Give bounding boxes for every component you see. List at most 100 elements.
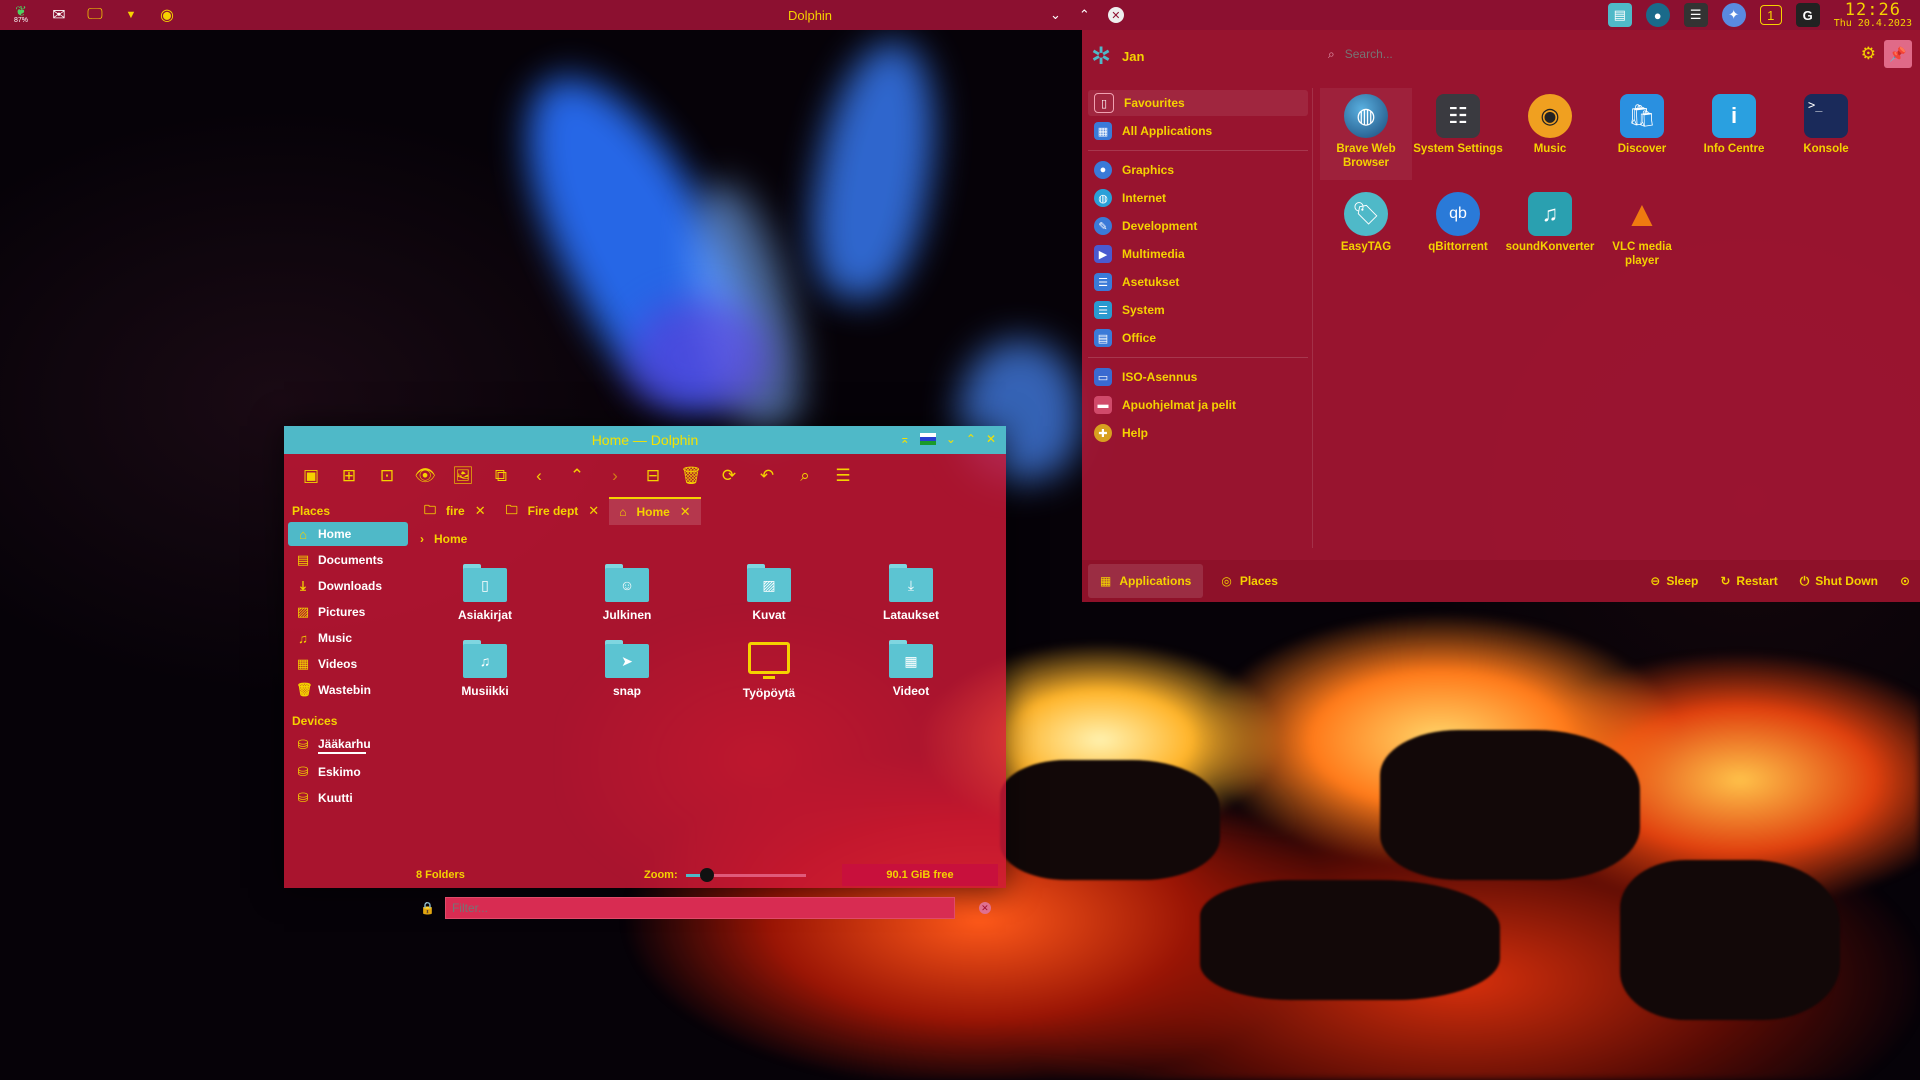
app-soundkonverter[interactable]: ♫ soundKonverter	[1504, 186, 1596, 278]
view-mode-icon[interactable]: ⊟	[634, 459, 672, 493]
close-tab-icon[interactable]: ✕	[475, 503, 486, 519]
folder-item[interactable]: ▨ Kuvat	[698, 558, 840, 622]
updates-icon[interactable]: ▤	[1607, 3, 1632, 27]
reload-icon[interactable]: ⟳	[710, 459, 748, 493]
close-tab-icon[interactable]: ✕	[680, 504, 691, 520]
places-item-music[interactable]: ♫ Music	[288, 626, 408, 650]
places-item-videos[interactable]: ▦ Videos	[288, 652, 408, 676]
app-music[interactable]: ◉ Music	[1504, 88, 1596, 180]
category-label: Favourites	[1124, 96, 1185, 110]
file-name: Työpöytä	[742, 686, 796, 700]
tab-home[interactable]: ⌂ Home ✕	[609, 497, 701, 525]
development-icon: ✎	[1094, 217, 1112, 235]
places-item-documents[interactable]: ▤ Documents	[288, 548, 408, 572]
breadcrumb-item[interactable]: Home	[434, 532, 467, 546]
more-power-options-button[interactable]: ⊙	[1900, 574, 1910, 588]
google-icon[interactable]: G	[1795, 3, 1820, 27]
search-icon[interactable]: ⌕	[786, 459, 824, 493]
up-icon[interactable]: ⌃	[558, 459, 596, 493]
zoom-slider-handle[interactable]	[700, 867, 715, 882]
kde-logo-icon[interactable]: ✲	[1088, 43, 1114, 70]
category-iso-asennus[interactable]: ▭ ISO-Asennus	[1088, 364, 1308, 390]
launcher-search-input[interactable]	[1342, 46, 1747, 62]
kde-connect-icon[interactable]: ✦	[1721, 3, 1746, 27]
category-multimedia[interactable]: ▶ Multimedia	[1088, 241, 1308, 267]
show-hidden-icon[interactable]: 👁	[406, 459, 444, 493]
shut-down-button[interactable]: ⏻ Shut Down	[1800, 574, 1878, 589]
folder-item[interactable]: ♫ Musiikki	[414, 634, 556, 700]
app-system-settings[interactable]: ☷ System Settings	[1412, 88, 1504, 180]
places-item-pictures[interactable]: ▨ Pictures	[288, 600, 408, 624]
tab-fire[interactable]: 🗀 fire ✕	[414, 498, 496, 524]
show-panels-icon[interactable]: ▣	[292, 459, 330, 493]
delete-icon[interactable]: 🗑	[672, 459, 710, 493]
close-icon[interactable]: ✕	[1107, 7, 1124, 23]
minimize-icon[interactable]: ⌄	[946, 432, 956, 446]
clear-filter-icon[interactable]: ✕	[978, 902, 991, 914]
network-globe-icon[interactable]: ●	[1645, 3, 1670, 27]
maximize-icon[interactable]: ⌃	[966, 432, 976, 446]
close-tab-icon[interactable]: ✕	[588, 503, 599, 519]
places-item-home[interactable]: ⌂ Home	[288, 522, 408, 546]
tab-fire-dept[interactable]: 🗀 Fire dept ✕	[496, 498, 610, 524]
new-tab-icon[interactable]: ⊞	[330, 459, 368, 493]
sleep-button[interactable]: ⊖ Sleep	[1650, 574, 1698, 588]
close-icon[interactable]: ✕	[986, 432, 996, 446]
split-view-icon[interactable]: ⧉	[482, 459, 520, 493]
minimize-icon[interactable]: ⌄	[1050, 7, 1061, 23]
workspace-switcher[interactable]: 1	[1759, 5, 1782, 25]
preview-icon[interactable]: 🖼	[444, 459, 482, 493]
soundkonverter-icon: ♫	[1528, 192, 1572, 236]
lock-icon[interactable]: 🔒	[420, 901, 435, 915]
devices-item[interactable]: ⛁ Jääkarhu	[288, 732, 408, 758]
app-info-centre[interactable]: i Info Centre	[1688, 88, 1780, 180]
category-system[interactable]: ☰ System	[1088, 297, 1308, 323]
terminal-icon[interactable]: ⊡	[368, 459, 406, 493]
folder-item[interactable]: Työpöytä	[698, 634, 840, 700]
footer-tab-applications[interactable]: ▦ Applications	[1088, 564, 1204, 598]
app-vlc-media-player[interactable]: ▲ VLC media player	[1596, 186, 1688, 278]
app-konsole[interactable]: >_ Konsole	[1780, 88, 1872, 180]
devices-item[interactable]: ⛁ Eskimo	[288, 760, 408, 784]
places-item-downloads[interactable]: ⤓ Downloads	[288, 574, 408, 598]
keep-above-icon[interactable]: ⌅	[900, 432, 910, 446]
folder-item[interactable]: ➤ snap	[556, 634, 698, 700]
folder-item[interactable]: ▦ Videot	[840, 634, 982, 700]
task-manager-icon[interactable]: ☰	[1683, 3, 1708, 27]
zoom-slider[interactable]	[685, 867, 806, 882]
window-titlebar[interactable]: Home — Dolphin ⌅ ⌄ ⌃ ✕	[284, 426, 1006, 454]
devices-item[interactable]: ⛁ Kuutti	[288, 786, 408, 810]
folder-item[interactable]: ⤓ Lataukset	[840, 558, 982, 622]
undo-icon[interactable]: ↶	[748, 459, 786, 493]
category-internet[interactable]: ◍ Internet	[1088, 185, 1308, 211]
free-space-indicator[interactable]: 90.1 GiB free	[842, 864, 998, 886]
back-icon[interactable]: ‹	[520, 459, 558, 493]
gear-icon[interactable]: ⚙	[1861, 44, 1876, 64]
maximize-icon[interactable]: ⌃	[1079, 7, 1090, 23]
category-favourites[interactable]: ▯ Favourites	[1088, 90, 1308, 116]
category-development[interactable]: ✎ Development	[1088, 213, 1308, 239]
category-apuohjelmat-ja-pelit[interactable]: ▬ Apuohjelmat ja pelit	[1088, 392, 1308, 418]
keyboard-layout-flag-icon[interactable]	[919, 433, 936, 445]
category-asetukset[interactable]: ☰ Asetukset	[1088, 269, 1308, 295]
filter-input[interactable]	[444, 897, 955, 919]
app-easytag[interactable]: 🏷 EasyTAG	[1320, 186, 1412, 278]
folder-item[interactable]: ☺ Julkinen	[556, 558, 698, 622]
app-brave-web-browser[interactable]: ◍ Brave Web Browser	[1320, 88, 1412, 180]
category-graphics[interactable]: ● Graphics	[1088, 157, 1308, 183]
footer-tab-places[interactable]: ◎ Places	[1209, 564, 1290, 598]
category-help[interactable]: ✚ Help	[1088, 420, 1308, 446]
hamburger-menu-icon[interactable]: ☰	[824, 459, 862, 493]
app-discover[interactable]: 🛍 Discover	[1596, 88, 1688, 180]
places-item-wastebin[interactable]: 🗑 Wastebin	[288, 678, 408, 702]
restart-icon: ↻	[1720, 574, 1731, 588]
folder-item[interactable]: ▯ Asiakirjat	[414, 558, 556, 622]
clock[interactable]: 12:26 Thu 20.4.2023	[1834, 1, 1912, 29]
forward-icon[interactable]: ›	[596, 459, 634, 493]
pin-icon[interactable]: 📌	[1884, 40, 1912, 68]
category-all-applications[interactable]: ▦ All Applications	[1088, 118, 1308, 144]
app-qbittorrent[interactable]: qb qBittorrent	[1412, 186, 1504, 278]
category-office[interactable]: ▤ Office	[1088, 325, 1308, 351]
restart-button[interactable]: ↻ Restart	[1720, 574, 1777, 588]
wastebin-icon: 🗑	[296, 682, 313, 697]
